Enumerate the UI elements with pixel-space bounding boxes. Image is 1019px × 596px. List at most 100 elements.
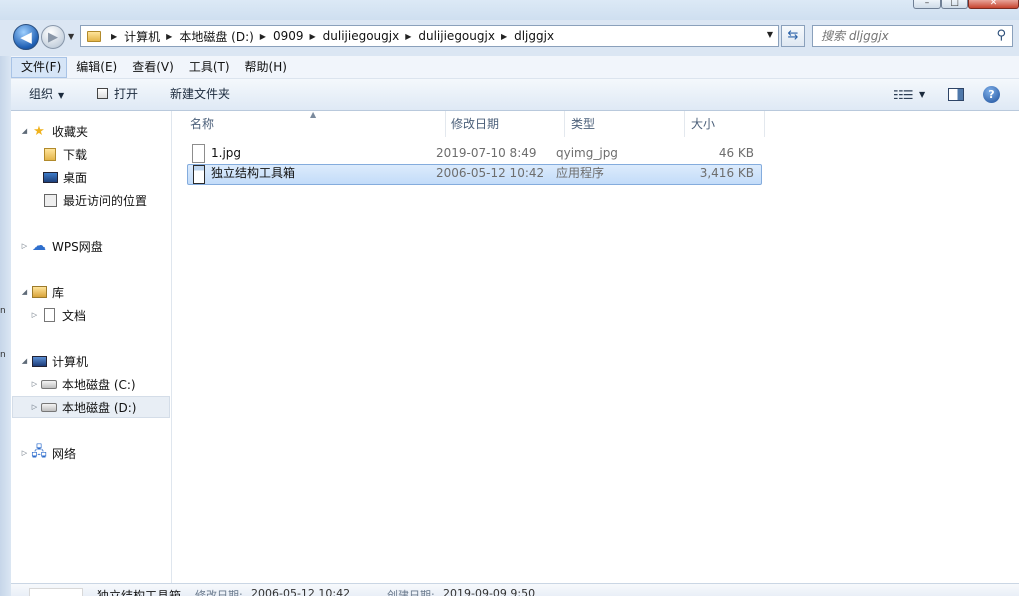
open-button[interactable]: 打开 — [97, 79, 138, 110]
nav-drive-c[interactable]: ▷ 本地磁盘 (C:) — [30, 373, 136, 395]
nav-desktop[interactable]: 桌面 — [40, 166, 87, 188]
menu-edit[interactable]: 编辑(E) — [67, 56, 123, 79]
breadcrumb-computer[interactable]: 计算机 — [124, 28, 160, 45]
chevron-right-icon[interactable]: ▶ — [405, 32, 411, 41]
view-dropdown-icon[interactable]: ▼ — [919, 90, 925, 99]
document-icon — [43, 308, 55, 322]
command-bar: 组织 ▼ 打开 新建文件夹 ☷☰ ▼ ? — [11, 79, 1019, 111]
menu-file[interactable]: 文件(F) — [11, 56, 68, 78]
file-date: 2019-07-10 8:49 — [436, 146, 537, 160]
network-icon: 🖧 — [31, 444, 47, 460]
close-button[interactable]: ✕ — [968, 0, 1019, 9]
breadcrumb-dulijiegougjx-1[interactable]: dulijiegougjx — [323, 29, 400, 43]
breadcrumb-dulijiegougjx-2[interactable]: dulijiegougjx — [418, 29, 495, 43]
chevron-right-icon[interactable]: ▶ — [111, 32, 117, 41]
column-header-name[interactable]: 名称 — [184, 111, 446, 137]
breadcrumb[interactable]: ▶ dulijiegougjx — [304, 29, 400, 43]
computer-icon — [31, 355, 47, 367]
application-icon — [193, 165, 205, 184]
refresh-icon: ⇆ — [787, 28, 799, 43]
chevron-right-icon[interactable]: ▶ — [260, 32, 266, 41]
star-icon: ★ — [33, 123, 45, 139]
collapse-icon[interactable]: ◢ — [20, 357, 29, 365]
column-header-date[interactable]: 修改日期 — [445, 111, 565, 137]
nav-libraries[interactable]: ◢ 库 — [20, 281, 64, 303]
nav-favorites[interactable]: ◢ ★ 收藏夹 — [20, 120, 88, 142]
nav-recent-label: 最近访问的位置 — [63, 193, 148, 208]
search-input[interactable] — [813, 26, 993, 46]
nav-documents-label: 文档 — [62, 308, 87, 323]
nav-computer[interactable]: ◢ 计算机 — [20, 350, 88, 372]
detail-created-label: 创建日期: — [387, 589, 435, 596]
column-header-type[interactable]: 类型 — [565, 111, 685, 137]
chevron-right-icon[interactable]: ▶ — [310, 32, 316, 41]
details-pane: 独立结构工具箱 修改日期: 2006-05-12 10:42 创建日期: 201… — [11, 583, 1019, 596]
file-name: 1.jpg — [211, 146, 242, 160]
search-box[interactable]: ⚲ — [812, 25, 1013, 47]
breadcrumb[interactable]: ▶ dulijiegougjx — [399, 29, 495, 43]
refresh-button[interactable]: ⇆ — [781, 25, 805, 47]
detail-created-value: 2019-09-09 9:50 — [443, 587, 536, 596]
library-icon — [31, 286, 47, 298]
chevron-right-icon[interactable]: ▶ — [501, 32, 507, 41]
file-row[interactable]: 独立结构工具箱 2006-05-12 10:42 应用程序 3,416 KB — [187, 164, 762, 185]
nav-recent[interactable]: 最近访问的位置 — [40, 189, 147, 211]
background-window-edge: n n — [0, 56, 11, 596]
file-size: 3,416 KB — [699, 166, 754, 180]
breadcrumb-0909[interactable]: 0909 — [273, 29, 304, 43]
breadcrumb-drive-d[interactable]: 本地磁盘 (D:) — [179, 28, 253, 45]
menu-view[interactable]: 查看(V) — [123, 56, 180, 79]
open-icon — [97, 88, 108, 99]
chevron-right-icon[interactable]: ▶ — [166, 32, 172, 41]
search-icon[interactable]: ⚲ — [996, 28, 1006, 43]
file-row[interactable]: 1.jpg 2019-07-10 8:49 qyimg_jpg 46 KB — [187, 144, 762, 165]
menu-tools[interactable]: 工具(T) — [180, 56, 236, 79]
file-size: 46 KB — [718, 146, 754, 160]
expand-icon[interactable]: ▷ — [20, 449, 29, 457]
new-folder-button[interactable]: 新建文件夹 — [170, 79, 230, 110]
recent-places-icon — [43, 193, 57, 207]
breadcrumb[interactable]: ▶ 0909 — [254, 29, 304, 43]
nav-drive-d-label: 本地磁盘 (D:) — [62, 400, 137, 415]
nav-downloads[interactable]: 下载 — [40, 143, 87, 165]
cloud-icon: ☁ — [32, 238, 46, 254]
expand-icon[interactable]: ▷ — [30, 380, 39, 388]
recent-pages-dropdown-icon[interactable]: ▼ — [68, 32, 74, 41]
minimize-button[interactable]: – — [913, 0, 941, 9]
collapse-icon[interactable]: ◢ — [20, 288, 29, 296]
expand-icon[interactable]: ▷ — [30, 311, 39, 319]
breadcrumb[interactable]: ▶ 本地磁盘 (D:) — [160, 28, 254, 45]
collapse-icon[interactable]: ◢ — [20, 127, 29, 135]
forward-button[interactable]: ▶ — [41, 25, 65, 49]
maximize-button[interactable]: □ — [941, 0, 968, 9]
nav-drive-d[interactable]: ▷ 本地磁盘 (D:) — [12, 396, 170, 418]
address-history-dropdown-icon[interactable]: ▼ — [767, 30, 773, 39]
chevron-down-icon: ▼ — [58, 91, 65, 100]
back-button[interactable]: ◀ — [13, 24, 39, 50]
file-type: qyimg_jpg — [556, 146, 618, 160]
breadcrumb[interactable]: ▶ 计算机 — [105, 28, 160, 45]
drive-icon — [41, 402, 57, 412]
nav-documents[interactable]: ▷ 文档 — [30, 304, 86, 326]
menu-help[interactable]: 帮助(H) — [236, 56, 293, 79]
download-folder-icon — [44, 147, 56, 161]
navigation-pane: ◢ ★ 收藏夹 下载 桌面 最近访问的位置 ▷ ☁ WPS网盘 ◢ 库 ▷ 文档 ◢ 计算机 … — [11, 111, 172, 583]
nav-downloads-label: 下载 — [63, 147, 88, 162]
column-header-size[interactable]: 大小 — [685, 111, 765, 137]
file-name: 独立结构工具箱 — [211, 166, 296, 180]
organize-button[interactable]: 组织 ▼ — [29, 79, 64, 110]
breadcrumb[interactable]: ▶ dljggjx — [495, 29, 554, 43]
help-icon[interactable]: ? — [983, 86, 1000, 103]
address-bar[interactable]: ▶ 计算机 ▶ 本地磁盘 (D:) ▶ 0909 ▶ dulijiegougjx ▶ du… — [80, 25, 779, 47]
nav-wps[interactable]: ▷ ☁ WPS网盘 — [20, 235, 103, 257]
expand-icon[interactable]: ▷ — [30, 403, 39, 411]
view-options-icon[interactable]: ☷☰ — [893, 88, 913, 102]
nav-desktop-label: 桌面 — [63, 170, 88, 185]
preview-pane-icon[interactable] — [948, 88, 964, 101]
breadcrumb-dljggjx[interactable]: dljggjx — [514, 29, 554, 43]
nav-computer-label: 计算机 — [52, 354, 89, 369]
nav-network[interactable]: ▷ 🖧 网络 — [20, 442, 76, 464]
expand-icon[interactable]: ▷ — [20, 242, 29, 250]
image-file-icon — [192, 144, 205, 163]
nav-libraries-label: 库 — [52, 285, 65, 300]
